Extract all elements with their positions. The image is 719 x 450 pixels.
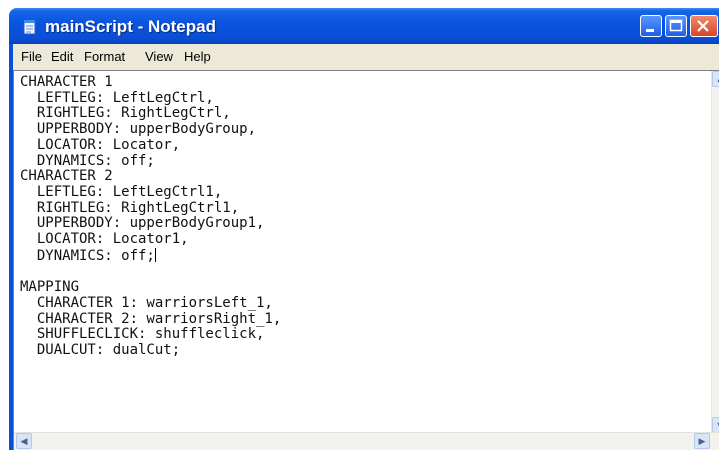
menu-help[interactable]: Help	[184, 49, 211, 64]
minimize-button[interactable]	[640, 15, 662, 37]
text-line: DUALCUT: dualCut;	[20, 341, 181, 358]
menu-view[interactable]: View	[145, 49, 173, 64]
scroll-up-arrow-icon[interactable]: ▲	[712, 71, 719, 87]
horizontal-scrollbar[interactable]: ◀ ▶	[14, 432, 719, 450]
text-caret	[154, 247, 156, 262]
text-editor[interactable]: CHARACTER 1 LEFTLEG: LeftLegCtrl, RIGHTL…	[13, 70, 719, 450]
menu-file[interactable]: File	[21, 49, 42, 64]
text-line: RIGHTLEG: RightLegCtrl1,	[20, 199, 240, 216]
text-line: CHARACTER 2: warriorsRight_1,	[20, 310, 282, 327]
maximize-button[interactable]	[665, 15, 687, 37]
scroll-right-arrow-icon[interactable]: ▶	[694, 433, 710, 449]
text-line: LOCATOR: Locator1,	[20, 231, 189, 248]
text-line: CHARACTER 2	[20, 168, 113, 185]
menu-edit[interactable]: Edit	[51, 49, 73, 64]
vertical-scrollbar[interactable]: ▲ ▼	[711, 71, 719, 433]
text-line: RIGHTLEG: RightLegCtrl,	[20, 105, 231, 122]
text-line: SHUFFLECLICK: shuffleclick,	[20, 326, 265, 343]
scroll-left-arrow-icon[interactable]: ◀	[16, 433, 32, 449]
close-button[interactable]	[690, 15, 718, 37]
title-bar[interactable]: mainScript - Notepad	[9, 8, 719, 44]
menu-bar: File Edit Format View Help	[13, 44, 719, 71]
text-line: DYNAMICS: off;	[20, 247, 155, 264]
text-line: CHARACTER 1	[20, 74, 113, 90]
document-text[interactable]: CHARACTER 1 LEFTLEG: LeftLegCtrl, RIGHTL…	[20, 74, 707, 359]
notepad-window: mainScript - Notepad File Edit Format Vi…	[9, 8, 719, 450]
text-line: UPPERBODY: upperBodyGroup1,	[20, 215, 265, 232]
text-line: CHARACTER 1: warriorsLeft_1,	[20, 294, 273, 311]
text-line: DYNAMICS: off;	[20, 152, 155, 169]
window-title: mainScript - Notepad	[45, 17, 216, 36]
text-line: LEFTLEG: LeftLegCtrl,	[20, 89, 214, 106]
scroll-down-arrow-icon[interactable]: ▼	[712, 417, 719, 433]
menu-format[interactable]: Format	[84, 49, 125, 64]
close-icon	[697, 20, 709, 32]
notepad-app-icon	[23, 20, 36, 35]
minimize-icon	[646, 29, 654, 32]
text-line: LEFTLEG: LeftLegCtrl1,	[20, 183, 223, 200]
text-line: UPPERBODY: upperBodyGroup,	[20, 121, 257, 138]
maximize-icon	[669, 19, 683, 32]
text-line: MAPPING	[20, 279, 80, 296]
text-line: LOCATOR: Locator,	[20, 136, 181, 153]
